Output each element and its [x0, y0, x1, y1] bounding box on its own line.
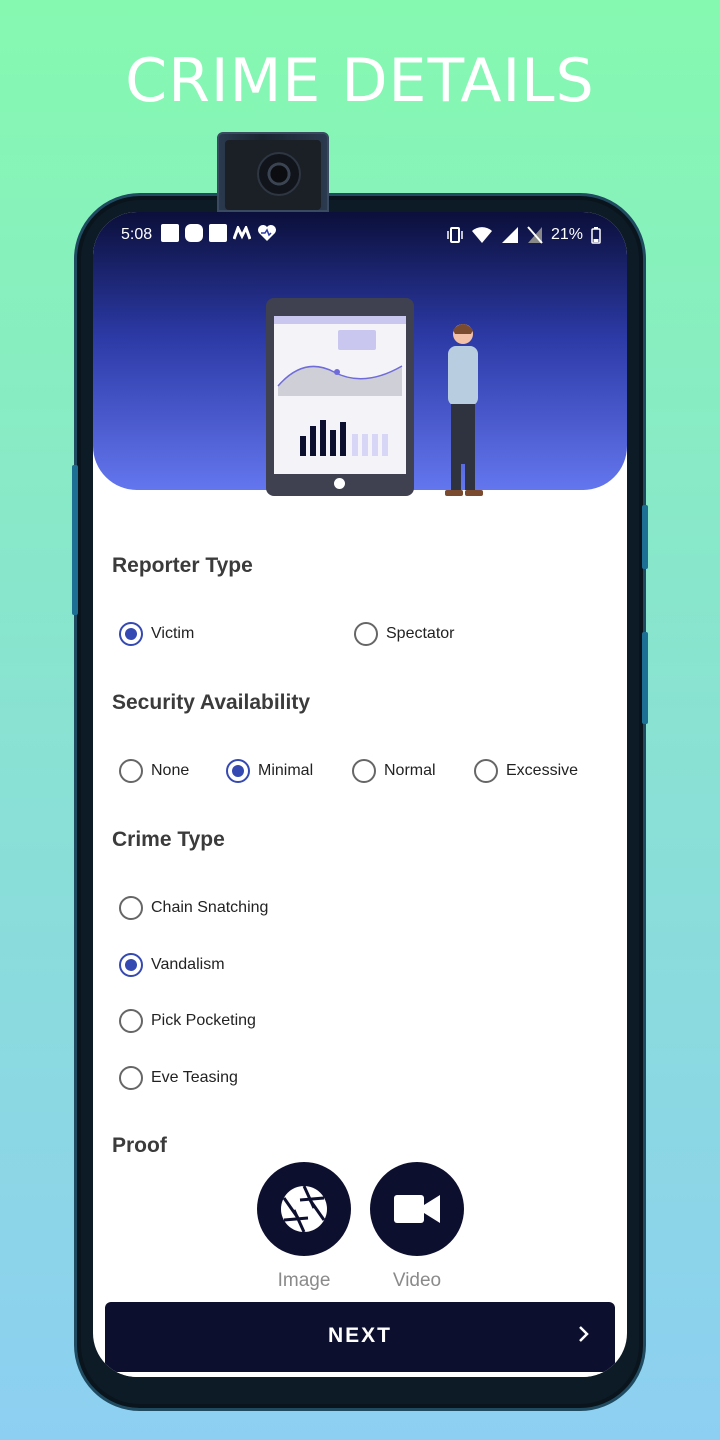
notification-icon: [209, 224, 227, 242]
radio-victim[interactable]: Victim: [119, 622, 194, 646]
radio-checked-icon[interactable]: [226, 759, 250, 783]
radio-none[interactable]: None: [119, 759, 189, 783]
radio-label: Normal: [384, 762, 436, 779]
heart-icon: [258, 225, 276, 241]
crime-type-title: Crime Type: [112, 828, 225, 851]
camera-lens-icon: [257, 152, 301, 196]
radio-spectator[interactable]: Spectator: [354, 622, 454, 646]
chevron-right-icon: [579, 1326, 589, 1342]
next-label: NEXT: [327, 1324, 392, 1347]
wifi-icon: [471, 227, 492, 243]
status-right: 21%: [447, 226, 601, 244]
radio-label: Excessive: [506, 762, 579, 779]
video-label: Video: [392, 1270, 442, 1291]
radio-vandalism[interactable]: Vandalism: [119, 953, 225, 977]
app-m-icon: [233, 226, 251, 240]
radio-label: Minimal: [258, 762, 314, 779]
radio-label: Spectator: [386, 625, 455, 642]
radio-eve-teasing[interactable]: Eve Teasing: [119, 1066, 238, 1090]
radio-minimal[interactable]: Minimal: [226, 759, 313, 783]
radio-unchecked-icon[interactable]: [354, 622, 378, 646]
app-screen: 5:08 21% Reporter Type Victim Spectator …: [93, 212, 627, 1377]
reporter-type-title: Reporter Type: [112, 554, 253, 577]
radio-unchecked-icon[interactable]: [119, 1009, 143, 1033]
record-video-button[interactable]: [370, 1162, 464, 1256]
radio-label: Chain Snatching: [151, 899, 269, 916]
battery-icon: [591, 227, 601, 244]
radio-checked-icon[interactable]: [119, 953, 143, 977]
notification-icon: [185, 224, 203, 242]
status-bar: 5:08 21%: [93, 222, 627, 248]
radio-normal[interactable]: Normal: [352, 759, 436, 783]
radio-unchecked-icon[interactable]: [119, 896, 143, 920]
radio-unchecked-icon[interactable]: [474, 759, 498, 783]
capture-image-button[interactable]: [257, 1162, 351, 1256]
proof-title: Proof: [112, 1134, 167, 1157]
person-illustration: [445, 324, 483, 496]
radio-unchecked-icon[interactable]: [119, 759, 143, 783]
radio-pick-pocketing[interactable]: Pick Pocketing: [119, 1009, 256, 1033]
radio-label: None: [151, 762, 190, 779]
video-camera-icon: [394, 1195, 440, 1223]
battery-percent: 21%: [550, 226, 583, 243]
radio-excessive[interactable]: Excessive: [474, 759, 578, 783]
bottom-strip: [93, 1372, 627, 1377]
side-button-right-bottom: [642, 632, 648, 724]
radio-label: Eve Teasing: [151, 1069, 238, 1086]
promo-title: CRIME DETAILS: [125, 46, 595, 116]
radio-chain-snatching[interactable]: Chain Snatching: [119, 896, 268, 920]
tablet-illustration: [266, 298, 414, 496]
image-label: Image: [277, 1270, 331, 1291]
radio-unchecked-icon[interactable]: [119, 1066, 143, 1090]
notification-icon: [161, 224, 179, 242]
next-button[interactable]: NEXT: [105, 1302, 615, 1372]
radio-unchecked-icon[interactable]: [352, 759, 376, 783]
radio-label: Pick Pocketing: [151, 1012, 256, 1029]
side-button-left: [72, 465, 78, 615]
no-signal-icon: [527, 226, 543, 244]
camera-aperture-icon: [281, 1185, 327, 1233]
radio-checked-icon[interactable]: [119, 622, 143, 646]
radio-label: Victim: [151, 625, 195, 642]
hero-illustration: [223, 292, 513, 522]
status-time: 5:08: [121, 226, 153, 243]
popup-camera: [217, 132, 329, 212]
radio-label: Vandalism: [151, 956, 225, 973]
notification-icons: [161, 224, 277, 242]
vibrate-icon: [447, 227, 463, 243]
side-button-right-top: [642, 505, 648, 569]
signal-icon: [501, 227, 518, 243]
security-title: Security Availability: [112, 691, 311, 714]
